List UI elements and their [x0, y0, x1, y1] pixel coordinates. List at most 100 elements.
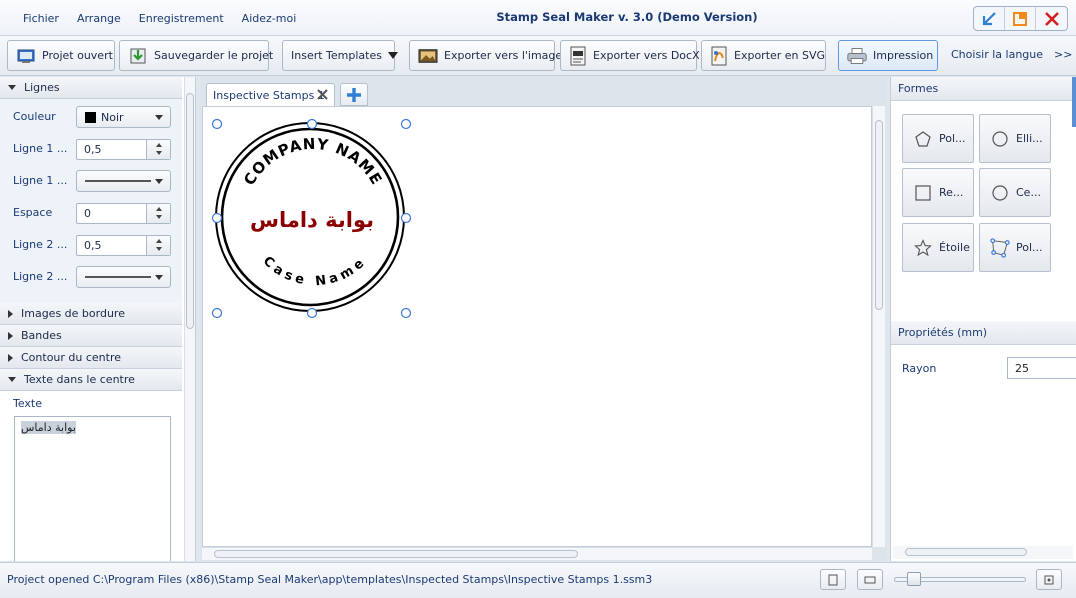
radius-label: Rayon — [902, 362, 937, 375]
image-icon — [418, 46, 438, 66]
save-project-button[interactable]: Sauvegarder le projet — [119, 40, 273, 71]
stamp-center-text: بوابة داماس — [250, 208, 374, 232]
rectangle-icon — [913, 183, 933, 203]
stepper-up-icon — [155, 143, 162, 147]
close-tab-icon[interactable] — [317, 89, 328, 100]
polyline-icon — [990, 237, 1010, 258]
expand-right-icon — [8, 353, 13, 362]
export-svg-button[interactable]: Exporter en SVG — [701, 40, 826, 71]
color-value: Noir — [101, 110, 124, 124]
shape-label: Elli... — [1016, 132, 1043, 145]
export-image-button[interactable]: Exporter vers l'image — [409, 40, 562, 71]
shape-star-button[interactable]: Étoile — [902, 223, 974, 272]
color-select[interactable]: Noir — [76, 106, 171, 128]
shape-rectangle-button[interactable]: Re... — [902, 168, 974, 217]
line2-style-label: Ligne 2 ... — [13, 270, 68, 283]
status-text: Project opened C:\Program Files (x86)\St… — [7, 573, 653, 586]
canvas-vertical-scrollbar[interactable] — [872, 106, 885, 547]
stepper-buttons[interactable] — [146, 204, 170, 223]
chevron-down-icon — [155, 179, 163, 184]
stamp-canvas[interactable]: COMPANY NAME Case Name بوابة داماس — [202, 106, 872, 547]
app-title: Stamp Seal Maker v. 3.0 (Demo Version) — [496, 10, 758, 24]
printer-icon — [847, 46, 867, 66]
color-label: Couleur — [13, 110, 56, 123]
section-center-outline[interactable]: Contour du centre — [0, 347, 182, 369]
tab-inspective-stamps-1[interactable]: Inspective Stamps 1 — [206, 83, 335, 106]
right-panel-horizontal-scrollbar[interactable] — [893, 546, 1073, 559]
line1-width-stepper[interactable]: 0,5 — [76, 139, 171, 160]
left-panel-scrollbar[interactable] — [184, 77, 195, 561]
line-style-preview — [85, 180, 151, 182]
line2-width-stepper[interactable]: 0,5 — [76, 235, 171, 256]
shape-label: Re... — [939, 186, 964, 199]
radius-value: 25 — [1015, 362, 1029, 375]
minimize-arrow-icon — [982, 11, 996, 25]
scrollbar-thumb[interactable] — [875, 120, 883, 310]
stepper-up-icon — [155, 239, 162, 243]
print-label: Impression — [873, 49, 934, 62]
toolbar-overflow-button[interactable]: >> — [1054, 48, 1072, 61]
fit-width-button[interactable] — [857, 569, 883, 590]
section-lines[interactable]: Lignes — [0, 77, 182, 99]
chevron-down-icon — [155, 115, 163, 120]
insert-templates-dropdown[interactable]: Insert Templates — [282, 40, 398, 71]
print-button[interactable]: Impression — [838, 40, 938, 71]
center-text-input[interactable]: بوابة داماس — [14, 416, 171, 561]
right-shapes-panel: Formes Pol... Elli... Re... Ce... Étoile… — [890, 77, 1076, 561]
stepper-buttons[interactable] — [146, 236, 170, 255]
stepper-down-icon — [155, 247, 162, 251]
section-border-images-label: Images de bordure — [21, 307, 125, 320]
scrollbar-thumb[interactable] — [905, 548, 1027, 556]
shape-circle-button[interactable]: Ce... — [979, 168, 1051, 217]
radius-input[interactable]: 25 — [1007, 357, 1076, 379]
document-icon — [569, 46, 587, 66]
panel-scroll-indicator — [1072, 77, 1076, 127]
close-button[interactable] — [1036, 7, 1067, 30]
circle-icon — [990, 183, 1010, 203]
shape-label: Étoile — [939, 241, 970, 254]
export-docx-button[interactable]: Exporter vers DocX — [560, 40, 700, 71]
shape-ellipse-button[interactable]: Elli... — [979, 114, 1051, 163]
section-bands[interactable]: Bandes — [0, 325, 182, 347]
shape-label: Pol... — [1016, 241, 1043, 254]
stepper-buttons[interactable] — [146, 140, 170, 159]
spacing-label: Espace — [13, 206, 53, 219]
document-tabs: Inspective Stamps 1 — [200, 77, 886, 106]
pentagon-icon — [913, 129, 933, 149]
section-border-images[interactable]: Images de bordure — [0, 303, 182, 325]
shape-polygon-button[interactable]: Pol... — [902, 114, 974, 163]
scrollbar-thumb[interactable] — [214, 550, 578, 558]
properties-title: Propriétés (mm) — [891, 321, 1076, 345]
maximize-icon — [1013, 11, 1027, 26]
minimize-button[interactable] — [974, 7, 1005, 30]
line1-style-select[interactable] — [76, 170, 171, 192]
line2-style-select[interactable] — [76, 266, 171, 288]
shapes-title: Formes — [891, 77, 1076, 101]
page-width-icon — [864, 576, 876, 583]
left-properties-panel: Lignes Couleur Noir Ligne 1 ... 0,5 Lign… — [0, 77, 196, 561]
scrollbar-thumb[interactable] — [186, 93, 194, 329]
line2-width-value: 0,5 — [84, 239, 102, 252]
line1-width-value: 0,5 — [84, 143, 102, 156]
open-project-button[interactable]: Projet ouvert — [7, 40, 115, 71]
zoom-slider-thumb[interactable] — [907, 572, 921, 586]
save-icon — [128, 46, 148, 66]
fit-page-button[interactable] — [820, 569, 846, 590]
zoom-reset-button[interactable] — [1036, 569, 1062, 590]
canvas-horizontal-scrollbar[interactable] — [202, 547, 872, 560]
maximize-button[interactable] — [1005, 7, 1036, 30]
section-lines-label: Lignes — [24, 81, 60, 94]
choose-language-link[interactable]: Choisir la langue — [951, 48, 1043, 61]
tab-label: Inspective Stamps 1 — [213, 88, 325, 102]
save-project-label: Sauvegarder le projet — [154, 49, 274, 62]
row-color: Couleur Noir — [0, 101, 182, 133]
add-tab-button[interactable] — [340, 83, 368, 106]
row-line2-width: Ligne 2 ... 0,5 — [0, 229, 182, 261]
row-spacing: Espace 0 — [0, 197, 182, 229]
shape-polyline-button[interactable]: Pol... — [979, 223, 1051, 272]
stamp-seal[interactable]: COMPANY NAME Case Name بوابة داماس — [205, 109, 415, 319]
page-icon — [828, 574, 838, 585]
spacing-stepper[interactable]: 0 — [76, 203, 171, 224]
section-center-text[interactable]: Texte dans le centre — [0, 369, 182, 391]
zoom-icon — [1044, 575, 1054, 584]
